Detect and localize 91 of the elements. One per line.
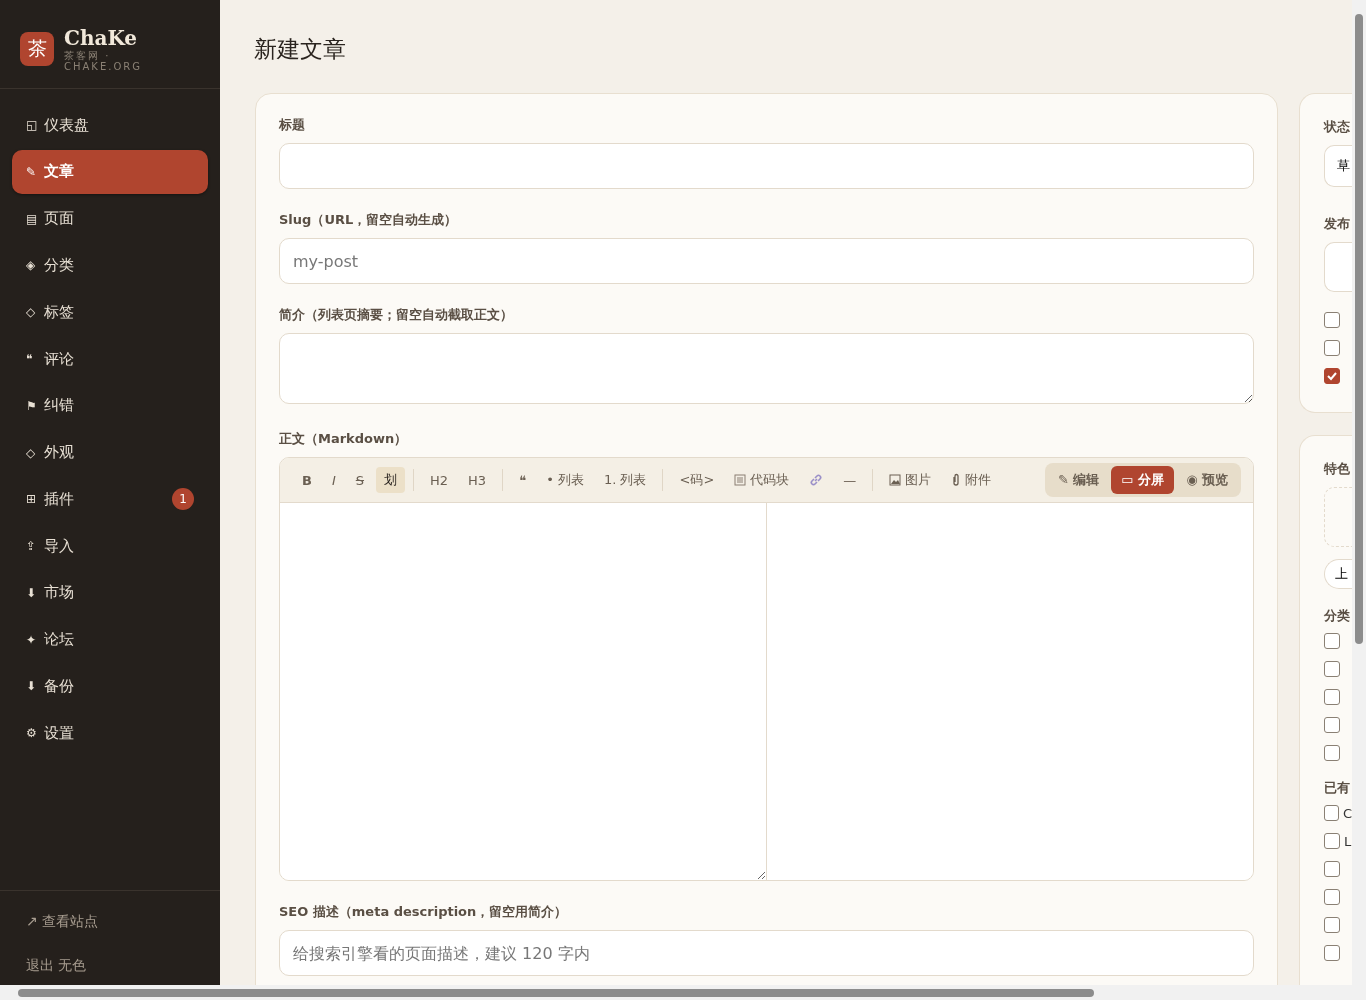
brand-tagline: 茶客网 · CHAKE.ORG [64,50,143,72]
field-label: 发布 [1324,215,1350,233]
vertical-scrollbar[interactable] [1355,14,1363,644]
format-button[interactable]: 1. 列表 [595,467,655,493]
sidebar-item[interactable]: ✦ 论坛 [12,617,208,662]
checkbox[interactable] [1324,340,1340,356]
nav-icon: ✎ [26,164,38,179]
checkbox[interactable] [1324,745,1340,761]
sidebar-item[interactable]: ◇ 外观 [12,430,208,475]
publish-date-field[interactable] [1324,242,1352,292]
title-field[interactable] [279,143,1254,189]
nav-icon: ⚑ [26,398,38,413]
count-badge: 1 [172,488,194,511]
format-button[interactable]: 划 [376,467,406,493]
nav-icon: ⇪ [26,539,38,554]
sidebar-link[interactable]: ↗ 查看站点 [26,913,194,931]
checkbox[interactable] [1324,945,1340,961]
sidebar-item[interactable]: ◱ 仪表盘 [12,103,208,148]
field-label: SEO 描述（meta description，留空用简介） [279,903,568,921]
horizontal-scrollbar[interactable] [18,989,1094,997]
seo-field[interactable]: 给搜索引擎看的页面描述，建议 120 字内 [279,930,1254,976]
format-button[interactable]: B [294,468,320,492]
nav-icon: ✦ [26,632,38,647]
format-button[interactable]: <码> [671,467,723,493]
sidebar-item[interactable]: ◇ 标签 [12,290,208,335]
checkbox[interactable] [1324,368,1340,384]
brand-name: ChaKe [64,26,139,50]
slug-field[interactable]: my-post [279,238,1254,284]
sidebar-link[interactable]: 退出 无色 [26,957,194,975]
status-select[interactable]: 草 [1324,145,1352,187]
sidebar-item[interactable]: ⇪ 导入 [12,524,208,569]
format-button[interactable]: H3 [460,468,495,492]
sidebar-item[interactable]: ⚙ 设置 [12,711,208,756]
sidebar-item[interactable]: ⬇ 备份 [12,664,208,709]
checkbox-label: L [1344,833,1352,849]
toolbar-button[interactable]: 代码块 [726,467,798,493]
upload-button[interactable]: 上 [1324,559,1352,589]
field-label: 特色 [1324,460,1350,478]
checkbox[interactable] [1324,889,1340,905]
sidebar-item[interactable]: ▤ 页面 [12,196,208,241]
sidebar-item[interactable]: ✎ 文章 [12,149,208,194]
page-title: 新建文章 [254,35,346,64]
field-label: 正文（Markdown） [279,430,408,448]
field-label: 标题 [279,116,305,134]
field-label: Slug（URL，留空自动生成） [279,211,458,229]
image-icon [889,474,902,486]
sidebar-item[interactable]: ◈ 分类 [12,243,208,288]
nav-icon: ⬇ [26,585,38,600]
checkbox[interactable] [1324,833,1340,849]
format-button[interactable]: ❝ [511,468,535,492]
checkbox[interactable] [1324,805,1339,821]
checkbox[interactable] [1324,861,1340,877]
checkbox-label: C [1342,805,1352,821]
toolbar-button[interactable]: 附件 [943,467,1000,493]
nav-icon: ⚙ [26,726,38,741]
link-icon [809,473,824,487]
sidebar-item[interactable]: ❝ 评论 [12,336,208,382]
field-label: 简介（列表页摘要；留空自动截取正文） [279,306,513,324]
toolbar-button[interactable]: 图片 [881,467,940,493]
format-button[interactable]: H2 [422,468,457,492]
nav-icon: ⬇ [26,679,38,694]
logo-icon: 茶 [20,32,54,66]
nav-icon: ⊞ [26,492,38,507]
nav-icon: ▤ [26,211,38,226]
code-block-icon [734,474,747,486]
format-button[interactable]: — [835,468,865,492]
checkbox[interactable] [1324,633,1340,649]
sidebar-item[interactable]: ⬇ 市场 [12,570,208,615]
field-label: 状态 [1324,118,1350,136]
checkbox[interactable] [1324,312,1340,328]
checkbox[interactable] [1324,917,1340,933]
format-button[interactable]: S [347,468,373,492]
sidebar-item[interactable]: ⚑ 纠错 [12,383,208,428]
view-mode-tab[interactable]: ✎ 编辑 [1047,466,1110,494]
field-label: 分类 [1324,607,1350,625]
sidebar-item[interactable]: ⊞ 插件 1 [12,477,208,522]
format-button[interactable]: • 列表 [538,467,592,493]
field-label: 已有 [1324,779,1350,797]
view-mode-tab[interactable]: ▭ 分屏 [1111,466,1175,494]
nav-icon: ◱ [26,118,38,133]
view-mode-tab[interactable]: ◉ 预览 [1176,466,1238,494]
paperclip-icon [951,473,962,487]
nav-icon: ❝ [26,352,38,366]
checkbox[interactable] [1324,661,1340,677]
format-button[interactable]: I [323,468,344,492]
summary-field[interactable] [279,333,1254,404]
checkbox[interactable] [1324,689,1340,705]
checkbox[interactable] [1324,717,1340,733]
nav-icon: ◇ [26,305,38,320]
nav-icon: ◈ [26,258,38,273]
nav-icon: ◇ [26,445,38,460]
